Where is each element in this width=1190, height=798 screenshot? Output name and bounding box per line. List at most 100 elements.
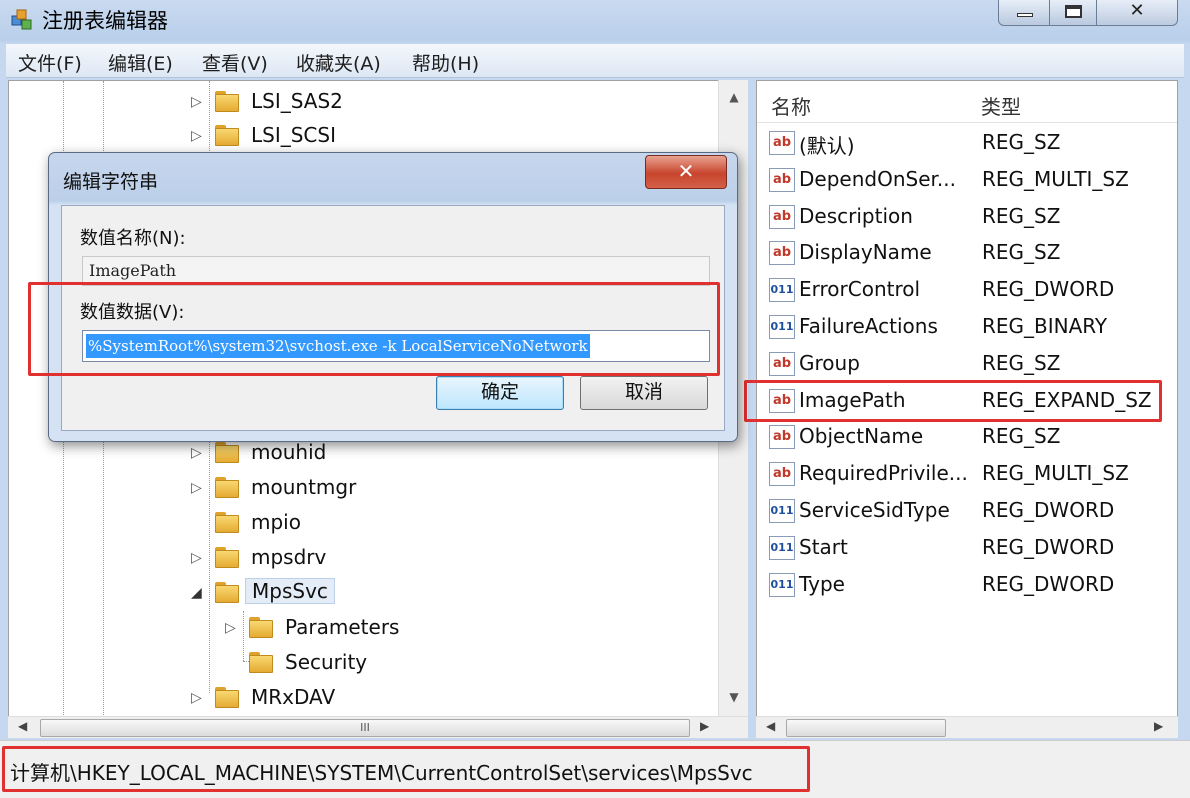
tree-horizontal-scrollbar[interactable]: ◀ III ▶ bbox=[8, 716, 748, 738]
value-row[interactable]: 011 Type REG_DWORD bbox=[757, 567, 1177, 604]
values-list-pane[interactable]: 名称 类型 ab (默认) REG_SZ ab DependOnSer... REG_MU… bbox=[756, 80, 1178, 738]
tree-hscroll-thumb[interactable]: III bbox=[40, 719, 690, 737]
ok-button[interactable]: 确定 bbox=[436, 376, 564, 410]
value-name: (默认) bbox=[799, 134, 855, 158]
scroll-up-icon[interactable]: ▲ bbox=[719, 90, 749, 104]
value-name: ObjectName bbox=[799, 424, 924, 449]
expand-icon[interactable]: ▷ bbox=[191, 550, 202, 566]
value-type: REG_DWORD bbox=[982, 534, 1115, 559]
scroll-down-icon[interactable]: ▼ bbox=[719, 690, 749, 704]
tree-item-label: LSI_SCSI bbox=[251, 123, 336, 147]
value-type: REG_DWORD bbox=[982, 277, 1115, 302]
string-value-icon: ab bbox=[769, 462, 795, 487]
value-row[interactable]: ab (默认) REG_SZ bbox=[757, 125, 1177, 162]
expand-icon[interactable]: ▷ bbox=[191, 94, 202, 110]
value-row[interactable]: ab DependOnSer... REG_MULTI_SZ bbox=[757, 162, 1177, 199]
expand-icon[interactable]: ▷ bbox=[191, 690, 202, 706]
value-row[interactable]: 011 Start REG_DWORD bbox=[757, 530, 1177, 567]
column-header-name[interactable]: 名称 bbox=[771, 91, 811, 120]
value-type: REG_DWORD bbox=[982, 571, 1115, 596]
maximize-button[interactable] bbox=[1049, 0, 1097, 26]
tree-item-label: mpsdrv bbox=[251, 545, 327, 569]
value-name: ImagePath bbox=[799, 387, 906, 412]
value-type: REG_MULTI_SZ bbox=[982, 166, 1129, 191]
value-type: REG_SZ bbox=[982, 203, 1061, 228]
value-row[interactable]: ab ObjectName REG_SZ bbox=[757, 419, 1177, 456]
tree-item-label: MRxDAV bbox=[251, 685, 336, 709]
menu-edit[interactable]: 编辑(E) bbox=[108, 49, 173, 76]
minimize-button[interactable] bbox=[998, 0, 1050, 26]
string-value-icon: ab bbox=[769, 388, 795, 413]
window-title: 注册表编辑器 bbox=[42, 9, 168, 33]
value-type: REG_MULTI_SZ bbox=[982, 461, 1129, 486]
expand-icon[interactable]: ▷ bbox=[191, 128, 202, 144]
value-row[interactable]: ab DisplayName REG_SZ bbox=[757, 235, 1177, 272]
tree-item-label: LSI_SAS2 bbox=[251, 89, 343, 113]
value-type: REG_SZ bbox=[982, 240, 1061, 265]
scroll-left-icon[interactable]: ◀ bbox=[766, 719, 775, 733]
folder-icon bbox=[249, 650, 275, 674]
tree-item-label: MpsSvc bbox=[245, 578, 335, 604]
list-header: 名称 类型 bbox=[757, 81, 1177, 123]
folder-icon bbox=[215, 545, 241, 569]
collapse-icon[interactable]: ◢ bbox=[191, 585, 202, 601]
column-header-type[interactable]: 类型 bbox=[981, 91, 1021, 120]
status-path: 计算机\HKEY_LOCAL_MACHINE\SYSTEM\CurrentCon… bbox=[10, 761, 753, 785]
folder-icon bbox=[215, 685, 241, 709]
value-type: REG_DWORD bbox=[982, 498, 1115, 522]
value-data-label: 数值数据(V): bbox=[80, 302, 185, 323]
tree-guide-line bbox=[243, 611, 244, 661]
dialog-body: 数值名称(N): ImagePath 数值数据(V): %SystemRoot%… bbox=[61, 205, 725, 431]
folder-icon bbox=[215, 440, 241, 464]
value-row[interactable]: ab Description REG_SZ bbox=[757, 199, 1177, 236]
value-row[interactable]: ab Group REG_SZ bbox=[757, 346, 1177, 383]
scroll-left-icon[interactable]: ◀ bbox=[18, 719, 27, 733]
maximize-icon bbox=[1065, 5, 1082, 18]
binary-value-icon: 011 bbox=[769, 572, 795, 597]
menu-bar: 文件(F) 编辑(E) 查看(V) 收藏夹(A) 帮助(H) bbox=[6, 44, 1184, 78]
minimize-icon bbox=[1017, 13, 1033, 17]
value-row[interactable]: ab RequiredPrivile... REG_MULTI_SZ bbox=[757, 456, 1177, 493]
value-name: Group bbox=[799, 350, 860, 375]
status-bar: 计算机\HKEY_LOCAL_MACHINE\SYSTEM\CurrentCon… bbox=[0, 740, 1190, 798]
value-name: Type bbox=[799, 571, 845, 596]
string-value-icon: ab bbox=[769, 351, 795, 376]
tree-item-label: mpio bbox=[251, 510, 301, 534]
menu-view[interactable]: 查看(V) bbox=[202, 49, 268, 76]
registry-editor-window: 注册表编辑器 ✕ 文件(F) 编辑(E) 查看(V) 收藏夹(A) 帮助(H) … bbox=[0, 0, 1190, 798]
value-type: REG_SZ bbox=[982, 350, 1061, 375]
value-name-label: 数值名称(N): bbox=[80, 228, 186, 249]
tree-item-label: mountmgr bbox=[251, 475, 357, 499]
value-data-input[interactable]: %SystemRoot%\system32\svchost.exe -k Loc… bbox=[82, 330, 710, 362]
value-row[interactable]: 011 ServiceSidType REG_DWORD bbox=[757, 493, 1177, 530]
value-name: ErrorControl bbox=[799, 277, 921, 302]
menu-favorites[interactable]: 收藏夹(A) bbox=[296, 49, 381, 76]
value-name: Description bbox=[799, 203, 913, 228]
value-name: DisplayName bbox=[799, 240, 932, 265]
menu-help[interactable]: 帮助(H) bbox=[412, 49, 479, 76]
folder-icon bbox=[215, 510, 241, 534]
binary-value-icon: 011 bbox=[769, 535, 795, 560]
folder-icon bbox=[215, 89, 241, 113]
value-data-text: %SystemRoot%\system32\svchost.exe -k Loc… bbox=[86, 334, 590, 358]
menu-file[interactable]: 文件(F) bbox=[18, 49, 82, 76]
value-row[interactable]: ab ImagePath REG_EXPAND_SZ bbox=[757, 383, 1177, 420]
expand-icon[interactable]: ▷ bbox=[191, 445, 202, 461]
value-name: FailureActions bbox=[799, 314, 938, 338]
title-bar[interactable]: 注册表编辑器 ✕ bbox=[0, 0, 1190, 42]
value-row[interactable]: 011 FailureActions REG_BINARY bbox=[757, 309, 1177, 346]
cancel-button[interactable]: 取消 bbox=[580, 376, 708, 410]
scroll-right-icon[interactable]: ▶ bbox=[1154, 719, 1163, 733]
value-type: REG_SZ bbox=[982, 424, 1061, 449]
binary-value-icon: 011 bbox=[769, 278, 795, 303]
list-hscroll-thumb[interactable] bbox=[786, 719, 946, 737]
value-row[interactable]: 011 ErrorControl REG_DWORD bbox=[757, 272, 1177, 309]
expand-icon[interactable]: ▷ bbox=[225, 620, 236, 636]
close-button[interactable]: ✕ bbox=[1096, 0, 1178, 26]
list-horizontal-scrollbar[interactable]: ◀ ▶ bbox=[756, 716, 1178, 738]
scroll-right-icon[interactable]: ▶ bbox=[700, 719, 709, 733]
expand-icon[interactable]: ▷ bbox=[191, 480, 202, 496]
value-name: Start bbox=[799, 534, 848, 559]
folder-icon bbox=[215, 123, 241, 147]
dialog-close-button[interactable]: ✕ bbox=[645, 155, 727, 189]
